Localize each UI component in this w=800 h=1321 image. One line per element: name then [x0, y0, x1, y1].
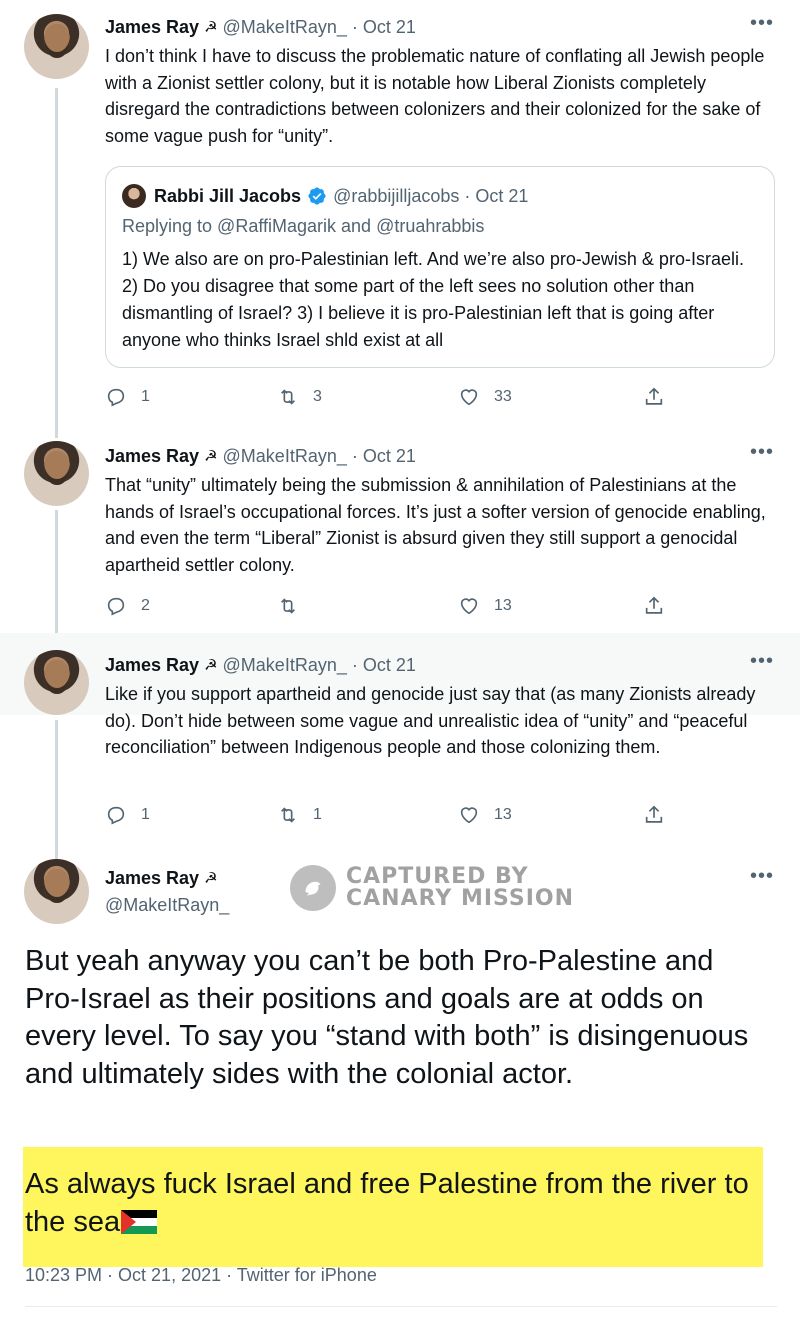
- like-count: 13: [494, 597, 512, 614]
- avatar[interactable]: [24, 650, 89, 715]
- avatar[interactable]: [24, 14, 89, 79]
- divider: [25, 1306, 777, 1307]
- author-handle[interactable]: @MakeItRayn_: [223, 446, 347, 467]
- canary-mission-watermark: CAPTURED BY CANARY MISSION: [290, 865, 574, 911]
- tweet-date[interactable]: · Oct 21: [352, 655, 416, 676]
- hammer-sickle-icon: ☭: [204, 657, 218, 674]
- thread-line: [55, 88, 58, 438]
- quoted-tweet-header: Rabbi Jill Jacobs @rabbijilljacobs · Oct…: [122, 184, 528, 208]
- thread-line: [55, 720, 58, 860]
- retweet-count: 1: [313, 806, 322, 823]
- highlighted-text: As always fuck Israel and free Palestine…: [25, 1165, 760, 1241]
- share-icon: [645, 805, 663, 823]
- share-button[interactable]: [643, 595, 665, 617]
- reply-button[interactable]: 1: [105, 804, 150, 826]
- tweet-text: Like if you support apartheid and genoci…: [105, 684, 756, 757]
- more-horizontal-icon[interactable]: •••: [750, 650, 774, 673]
- tweet-text: That “unity” ultimately being the submis…: [105, 475, 766, 575]
- verified-badge-icon: [308, 187, 326, 205]
- reply-button[interactable]: 1: [105, 386, 150, 408]
- main-tweet-author: James Ray ☭: [105, 866, 223, 890]
- tweet-header: James Ray ☭ @MakeItRayn_ · Oct 21: [105, 15, 416, 39]
- retweet-icon: [280, 389, 296, 405]
- heart-icon: [460, 807, 478, 824]
- retweet-count: 3: [313, 388, 322, 405]
- watermark-text: CAPTURED BY CANARY MISSION: [346, 866, 574, 910]
- heart-icon: [460, 389, 478, 406]
- like-button[interactable]: 33: [458, 386, 512, 408]
- tweet-header: James Ray ☭ @MakeItRayn_ · Oct 21: [105, 444, 416, 468]
- avatar[interactable]: [24, 441, 89, 506]
- tweet-date[interactable]: · Oct 21: [352, 17, 416, 38]
- tweet-timestamp[interactable]: 10:23 PM · Oct 21, 2021 · Twitter for iP…: [25, 1265, 377, 1286]
- reply-button[interactable]: 2: [105, 595, 150, 617]
- heart-icon: [460, 598, 478, 615]
- quoted-author-handle: @rabbijilljacobs: [333, 185, 460, 206]
- share-icon: [645, 387, 663, 405]
- hammer-sickle-icon: ☭: [204, 448, 218, 465]
- tweet-actions: 1 1 13: [105, 804, 675, 830]
- retweet-button[interactable]: [277, 595, 313, 617]
- watermark-line-1: CAPTURED BY: [346, 864, 529, 889]
- reply-count: 1: [141, 806, 150, 823]
- thread-line: [55, 510, 58, 650]
- share-button[interactable]: [643, 804, 665, 826]
- avatar[interactable]: [24, 859, 89, 924]
- more-horizontal-icon[interactable]: •••: [750, 441, 774, 464]
- author-handle[interactable]: @MakeItRayn_: [105, 895, 229, 916]
- retweet-button[interactable]: 3: [277, 386, 322, 408]
- author-name[interactable]: James Ray: [105, 655, 199, 676]
- retweet-button[interactable]: 1: [277, 804, 322, 826]
- hammer-sickle-icon: ☭: [204, 870, 218, 887]
- like-button[interactable]: 13: [458, 804, 512, 826]
- tweet-actions: 2 13: [105, 595, 675, 621]
- bird-icon: [290, 865, 336, 911]
- watermark-line-2: CANARY MISSION: [346, 886, 575, 911]
- reply-count: 2: [141, 597, 150, 614]
- hammer-sickle-icon: ☭: [204, 19, 218, 36]
- tweet-header: James Ray ☭ @MakeItRayn_ · Oct 21: [105, 653, 416, 677]
- reply-icon: [107, 388, 125, 407]
- avatar: [122, 184, 146, 208]
- tweet-date[interactable]: · Oct 21: [352, 446, 416, 467]
- main-tweet-handle: @MakeItRayn_: [105, 893, 229, 917]
- like-count: 13: [494, 806, 512, 823]
- quoted-tweet-text: 1) We also are on pro-Palestinian left. …: [122, 249, 744, 350]
- like-button[interactable]: 13: [458, 595, 512, 617]
- reply-icon: [107, 806, 125, 825]
- author-name[interactable]: James Ray: [105, 868, 199, 889]
- author-handle[interactable]: @MakeItRayn_: [223, 17, 347, 38]
- retweet-icon: [280, 807, 296, 823]
- tweet-actions: 1 3 33: [105, 386, 675, 412]
- replying-to: Replying to @RaffiMagarik and @truahrabb…: [122, 216, 485, 236]
- share-button[interactable]: [643, 386, 665, 408]
- like-count: 33: [494, 388, 512, 405]
- quoted-tweet[interactable]: Rabbi Jill Jacobs @rabbijilljacobs · Oct…: [105, 166, 775, 368]
- author-name[interactable]: James Ray: [105, 17, 199, 38]
- more-horizontal-icon[interactable]: •••: [750, 865, 774, 888]
- author-handle[interactable]: @MakeItRayn_: [223, 655, 347, 676]
- tweet-text: I don’t think I have to discuss the prob…: [105, 46, 765, 146]
- retweet-icon: [280, 598, 296, 614]
- quoted-author-name: Rabbi Jill Jacobs: [154, 185, 302, 206]
- main-tweet-text: But yeah anyway you can’t be both Pro-Pa…: [25, 945, 749, 1090]
- more-horizontal-icon[interactable]: •••: [750, 12, 774, 35]
- reply-icon: [107, 597, 125, 616]
- author-name[interactable]: James Ray: [105, 446, 199, 467]
- quoted-tweet-date: · Oct 21: [464, 185, 529, 206]
- share-icon: [645, 596, 663, 614]
- reply-count: 1: [141, 388, 150, 405]
- palestine-flag-icon: [121, 1206, 158, 1234]
